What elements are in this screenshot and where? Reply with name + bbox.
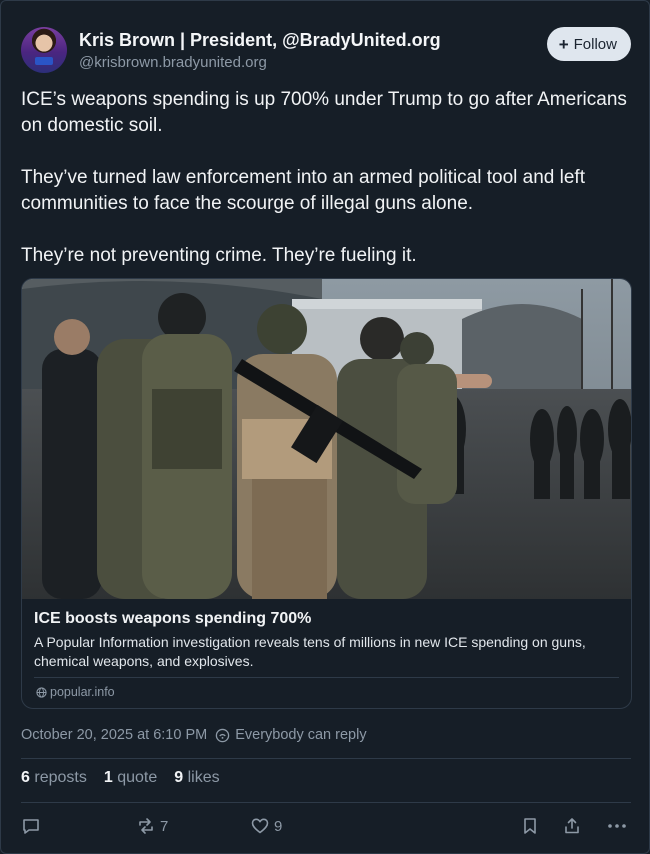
likes-stat[interactable]: 9 likes — [174, 769, 219, 787]
post-header: Kris Brown | President, @BradyUnited.org… — [21, 25, 631, 75]
stats-divider — [21, 802, 631, 803]
reposts-stat[interactable]: 6 reposts — [21, 769, 87, 787]
repost-button[interactable]: 7 — [136, 816, 168, 836]
plus-icon: + — [558, 34, 569, 54]
link-card-domain-text: popular.info — [50, 685, 115, 699]
post-container: Kris Brown | President, @BradyUnited.org… — [0, 0, 650, 854]
share-button[interactable] — [562, 816, 582, 836]
post-paragraph: They’ve turned law enforcement into an a… — [21, 167, 585, 214]
share-icon — [562, 816, 582, 836]
repost-icon — [136, 816, 156, 836]
follow-button[interactable]: + Follow — [546, 27, 631, 61]
link-card-divider — [34, 677, 619, 678]
link-card-title: ICE boosts weapons spending 700% — [34, 610, 312, 627]
post-meta: October 20, 2025 at 6:10 PM Everybody ca… — [21, 727, 367, 743]
like-button[interactable]: 9 — [250, 816, 282, 836]
bookmark-icon — [520, 816, 540, 836]
author-handle[interactable]: @krisbrown.bradyunited.org — [79, 54, 267, 71]
follow-label: Follow — [573, 35, 617, 53]
reply-icon — [21, 816, 41, 836]
author-name[interactable]: Kris Brown | President, @BradyUnited.org — [79, 30, 441, 51]
engagement-stats: 6 reposts 1 quote 9 likes — [21, 769, 220, 787]
reply-setting: Everybody can reply — [215, 727, 367, 743]
post-paragraph: ICE’s weapons spending is up 700% under … — [21, 89, 627, 136]
meta-divider — [21, 758, 631, 759]
photo-armed-agents-street — [22, 279, 631, 599]
link-card-description: A Popular Information investigation reve… — [34, 634, 586, 669]
avatar[interactable] — [21, 27, 67, 73]
bookmark-button[interactable] — [520, 816, 540, 836]
post-timestamp[interactable]: October 20, 2025 at 6:10 PM — [21, 727, 207, 743]
more-icon — [606, 816, 628, 836]
post-body: ICE’s weapons spending is up 700% under … — [21, 87, 633, 295]
post-paragraph: They’re not preventing crime. They’re fu… — [21, 245, 417, 266]
reply-setting-label: Everybody can reply — [235, 727, 367, 743]
link-card-image[interactable] — [22, 279, 631, 599]
globe-icon — [36, 686, 47, 698]
reply-button[interactable] — [21, 816, 41, 836]
action-bar: 7 9 — [21, 816, 631, 840]
quotes-stat[interactable]: 1 quote — [104, 769, 157, 787]
repost-count: 7 — [160, 817, 169, 835]
more-options-button[interactable] — [606, 816, 628, 836]
like-count: 9 — [274, 817, 283, 835]
heart-icon — [250, 816, 270, 836]
link-card[interactable]: ICE boosts weapons spending 700% A Popul… — [21, 278, 632, 709]
link-card-domain: popular.info — [36, 685, 115, 699]
reply-permission-icon — [215, 728, 230, 743]
